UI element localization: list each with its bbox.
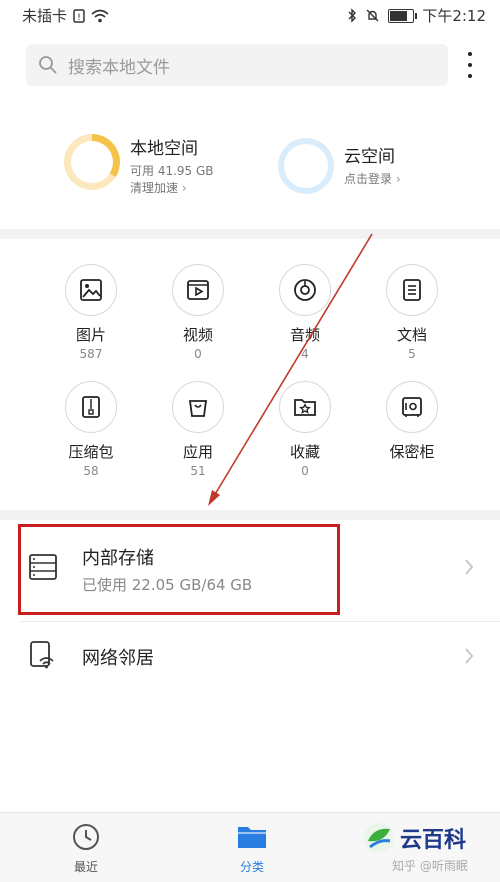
category-icon-circle — [386, 381, 438, 433]
status-right: 下午2:12 — [347, 5, 486, 26]
folder-icon — [238, 827, 266, 848]
safe-icon — [402, 397, 422, 417]
tab-categories-label: 分类 — [239, 860, 264, 874]
category-count: 58 — [83, 464, 99, 478]
more-options-button[interactable] — [462, 50, 478, 80]
category-audio[interactable]: 音频 4 — [260, 264, 350, 361]
local-storage-available: 可用 41.95 GB — [130, 164, 214, 178]
network-device-icon — [30, 641, 54, 669]
category-count: 5 — [408, 347, 416, 361]
category-icon-circle — [65, 264, 117, 316]
category-label: 图片 — [75, 326, 106, 344]
search-icon — [39, 56, 57, 74]
chevron-right-icon: › — [395, 172, 401, 186]
network-title: 网络邻居 — [82, 648, 154, 669]
watermark-logo-text: 云百科 — [400, 828, 467, 853]
watermark-logo: 云百科 — [362, 821, 500, 855]
row-divider — [20, 621, 500, 622]
bottom-navigation: 最近 分类 云百科 知乎 @听雨眠 — [0, 812, 500, 882]
battery-icon — [388, 8, 418, 23]
category-images[interactable]: 图片 587 — [46, 264, 136, 361]
category-archives[interactable]: 压缩包 58 — [46, 381, 136, 478]
image-icon — [80, 279, 102, 301]
category-count: 4 — [301, 347, 309, 361]
clock-icon — [73, 824, 99, 850]
battery-level — [390, 10, 408, 21]
video-icon — [187, 280, 209, 300]
cleanup-link[interactable]: 清理加速 › — [130, 179, 187, 196]
category-icon-circle — [279, 264, 331, 316]
bluetooth-icon — [348, 8, 357, 23]
category-label: 收藏 — [289, 443, 320, 461]
chevron-right-icon: › — [181, 181, 187, 195]
tab-recent[interactable]: 最近 — [26, 823, 146, 875]
category-videos[interactable]: 视频 0 — [153, 264, 243, 361]
star-folder-icon — [294, 399, 316, 416]
document-icon — [403, 279, 421, 301]
category-apps[interactable]: 应用 51 — [153, 381, 243, 478]
cloud-storage-title: 云空间 — [344, 147, 395, 167]
cloud-storage-card[interactable]: 云空间 点击登录 › — [278, 138, 478, 194]
cloud-login-link[interactable]: 点击登录 › — [344, 170, 401, 187]
svg-text:!: ! — [77, 13, 81, 23]
watermark-credit: 知乎 @听雨眠 — [392, 859, 468, 873]
category-icon-circle — [172, 264, 224, 316]
category-label: 压缩包 — [68, 443, 114, 461]
archive-icon — [82, 396, 100, 418]
leaf-logo-icon — [364, 823, 394, 853]
section-divider — [0, 229, 500, 239]
clock: 下午2:12 — [422, 7, 486, 25]
tab-recent-label: 最近 — [73, 860, 98, 874]
chevron-right-icon — [465, 648, 474, 664]
category-count: 51 — [190, 464, 206, 478]
audio-icon — [294, 279, 316, 301]
local-usage-ring — [64, 134, 120, 190]
category-favorites[interactable]: 收藏 0 — [260, 381, 350, 478]
highlight-box — [18, 524, 340, 615]
cleanup-label: 清理加速 — [130, 181, 179, 195]
wifi-icon — [91, 9, 109, 22]
section-divider — [0, 510, 500, 520]
category-icon-circle — [279, 381, 331, 433]
app-bag-icon — [188, 400, 208, 417]
category-label: 文档 — [396, 326, 427, 344]
category-count: 587 — [79, 347, 103, 361]
mute-bell-icon — [366, 9, 379, 22]
chevron-right-icon — [465, 559, 474, 575]
network-neighbors-row[interactable]: 网络邻居 — [0, 624, 500, 688]
cloud-usage-ring — [278, 138, 334, 194]
category-count: 0 — [194, 347, 202, 361]
category-label: 视频 — [182, 326, 213, 344]
sim-icon: ! — [73, 8, 85, 23]
category-label: 应用 — [182, 443, 213, 461]
cloud-login-label: 点击登录 — [344, 172, 393, 186]
category-icon-circle — [172, 381, 224, 433]
category-documents[interactable]: 文档 5 — [367, 264, 457, 361]
category-label: 保密柜 — [389, 443, 435, 461]
category-label: 音频 — [289, 326, 320, 344]
category-count: 0 — [301, 464, 309, 478]
carrier-label: 未插卡 — [22, 7, 68, 25]
search-bar[interactable]: 搜索本地文件 — [26, 44, 448, 86]
status-bar: 未插卡 ! 下午2:12 — [0, 0, 500, 30]
tab-categories[interactable]: 分类 — [192, 823, 312, 875]
category-icon-circle — [65, 381, 117, 433]
status-left: 未插卡 ! — [22, 5, 109, 26]
local-storage-title: 本地空间 — [130, 139, 198, 159]
search-placeholder: 搜索本地文件 — [68, 57, 170, 78]
local-storage-card[interactable]: 本地空间 可用 41.95 GB 清理加速 › — [64, 134, 264, 200]
category-icon-circle — [386, 264, 438, 316]
category-safe[interactable]: 保密柜 — [367, 381, 457, 464]
